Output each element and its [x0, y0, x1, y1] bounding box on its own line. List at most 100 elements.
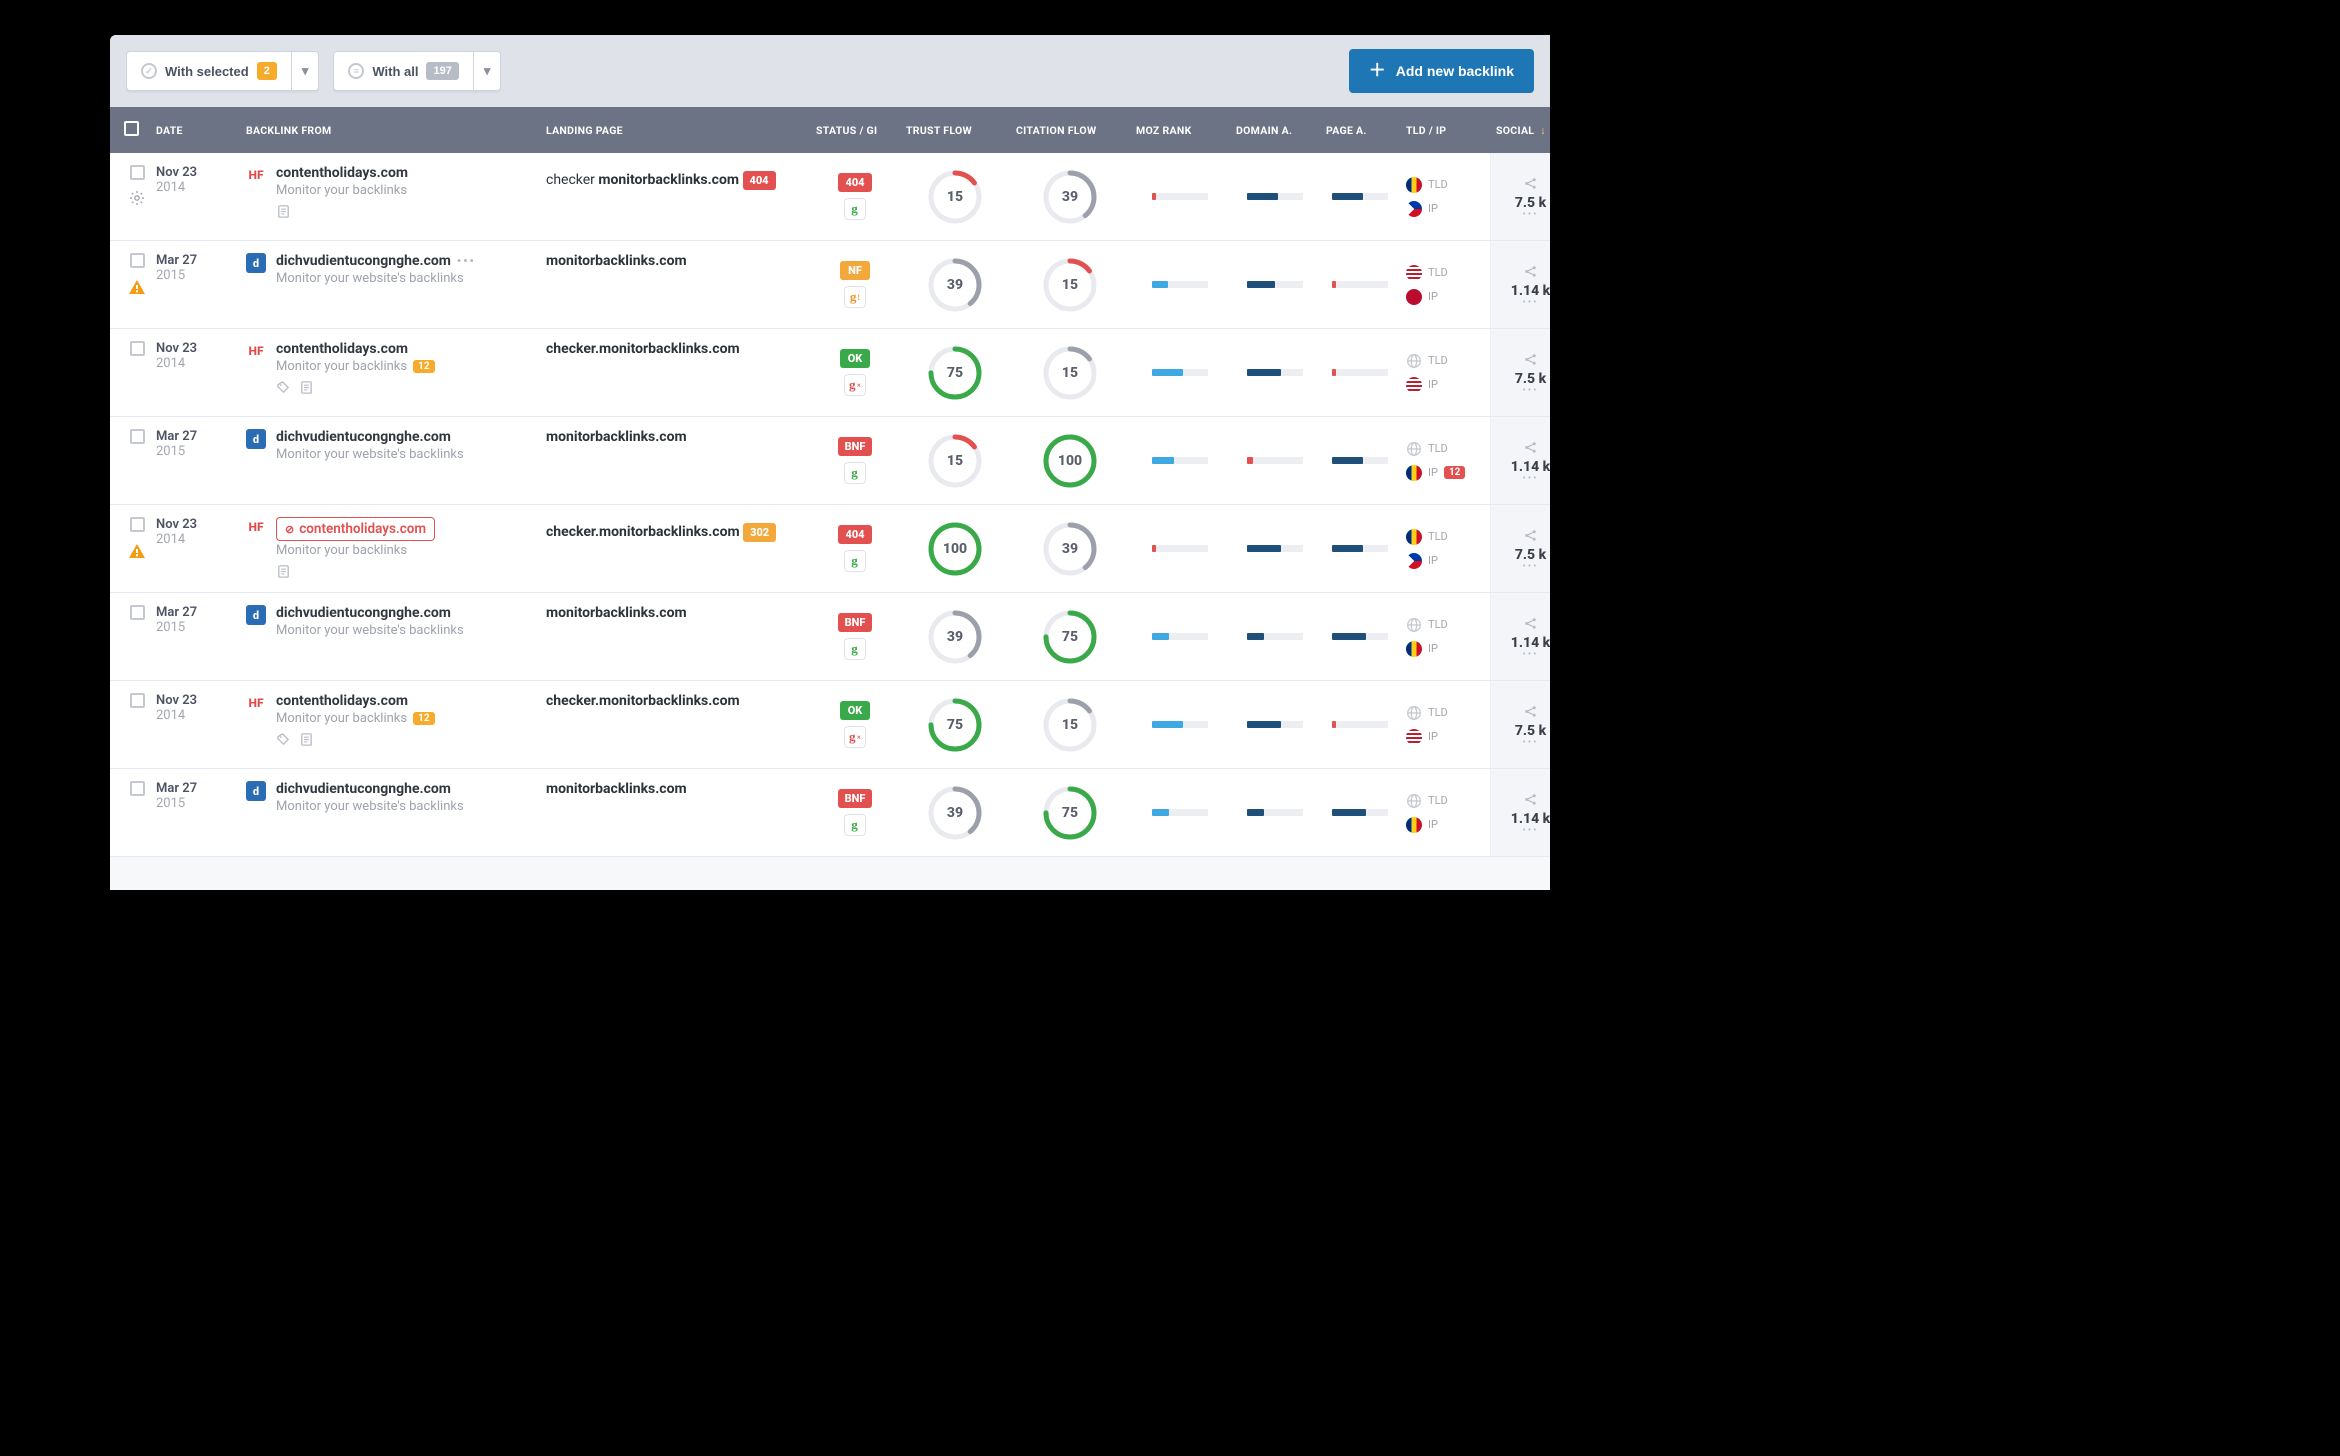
- row-checkbox[interactable]: [130, 253, 145, 268]
- backlink-domain[interactable]: contentholidays.com: [276, 341, 408, 357]
- ip-label: IP: [1428, 730, 1438, 743]
- row-checkbox[interactable]: [130, 341, 145, 356]
- gear-icon[interactable]: [129, 190, 145, 206]
- social-more-icon[interactable]: •••: [1522, 477, 1538, 481]
- landing-page-link[interactable]: monitorbacklinks.com: [546, 253, 687, 269]
- globe-icon: [1406, 353, 1422, 369]
- landing-page-link[interactable]: monitorbacklinks.com: [546, 781, 687, 797]
- col-date[interactable]: DATE: [150, 110, 240, 151]
- add-backlink-button[interactable]: ＋ Add new backlink: [1349, 49, 1534, 93]
- landing-page-link[interactable]: monitorbacklinks.com: [546, 605, 687, 621]
- row-checkbox[interactable]: [130, 165, 145, 180]
- col-citation-flow[interactable]: CITATION FLOW: [1010, 110, 1130, 151]
- backlink-subtitle: Monitor your website's backlinks: [276, 271, 464, 286]
- chevron-down-icon: ▾: [302, 63, 309, 79]
- share-icon: [1523, 264, 1538, 279]
- globe-icon: [1406, 705, 1422, 721]
- share-icon: [1523, 792, 1538, 807]
- row-date: Nov 23: [156, 341, 234, 356]
- gauge: 15: [1043, 346, 1097, 400]
- backlink-subtitle: Monitor your backlinks 12: [276, 711, 435, 726]
- row-year: 2014: [156, 356, 234, 371]
- social-more-icon[interactable]: •••: [1522, 389, 1538, 393]
- with-selected-button[interactable]: ✓ With selected 2: [126, 51, 292, 91]
- row-checkbox[interactable]: [130, 781, 145, 796]
- gauge: 75: [1043, 786, 1097, 840]
- backlink-domain[interactable]: dichvudientucongnghe.com: [276, 605, 451, 621]
- status-badge: 404: [838, 173, 871, 192]
- globe-icon: [1406, 441, 1422, 457]
- row-checkbox[interactable]: [130, 605, 145, 620]
- landing-page-link[interactable]: checker monitorbacklinks.com: [546, 172, 739, 188]
- col-backlink-from[interactable]: BACKLINK FROM: [240, 110, 540, 151]
- document-icon: [299, 732, 314, 747]
- backlink-domain[interactable]: dichvudientucongnghe.com •••: [276, 253, 476, 269]
- row-checkbox[interactable]: [130, 517, 145, 532]
- row-checkbox[interactable]: [130, 693, 145, 708]
- mini-bar: [1332, 457, 1388, 464]
- col-page-a[interactable]: PAGE A.: [1320, 110, 1400, 151]
- col-landing-page[interactable]: LANDING PAGE: [540, 110, 810, 151]
- share-icon: [1523, 440, 1538, 455]
- social-more-icon[interactable]: •••: [1522, 829, 1538, 833]
- backlink-domain[interactable]: dichvudientucongnghe.com: [276, 781, 451, 797]
- table-body: Nov 23 2014 HF contentholidays.com Monit…: [110, 153, 1550, 857]
- tag-icon: [276, 732, 291, 747]
- backlink-subtitle: Monitor your website's backlinks: [276, 623, 464, 638]
- col-social[interactable]: SOCIAL ↓: [1490, 110, 1550, 151]
- landing-page-link[interactable]: monitorbacklinks.com: [546, 429, 687, 445]
- mini-bar: [1247, 545, 1303, 552]
- ip-label: IP: [1428, 818, 1438, 831]
- share-icon: [1523, 352, 1538, 367]
- landing-page-link[interactable]: checker.monitorbacklinks.com: [546, 693, 740, 709]
- favicon: HF: [246, 517, 266, 537]
- google-index-icon: g: [844, 638, 866, 660]
- backlink-subtitle: Monitor your website's backlinks: [276, 799, 464, 814]
- landing-page-link[interactable]: checker.monitorbacklinks.com: [546, 524, 740, 540]
- social-more-icon[interactable]: •••: [1522, 213, 1538, 217]
- status-badge: 404: [838, 525, 871, 544]
- with-all-caret[interactable]: ▾: [474, 51, 502, 91]
- backlink-domain[interactable]: contentholidays.com: [276, 165, 408, 181]
- backlink-subtitle: Monitor your backlinks 12: [276, 359, 435, 374]
- mini-bar: [1247, 721, 1303, 728]
- add-backlink-label: Add new backlink: [1396, 63, 1514, 79]
- toolbar: ✓ With selected 2 ▾ ≡ With all 197 ▾ ＋ A…: [110, 35, 1550, 107]
- favicon: d: [246, 781, 266, 801]
- backlink-domain[interactable]: contentholidays.com: [276, 693, 408, 709]
- col-tld-ip[interactable]: TLD / IP: [1400, 110, 1490, 151]
- col-trust-flow[interactable]: TRUST FLOW: [900, 110, 1010, 151]
- mini-bar: [1332, 369, 1388, 376]
- flag-icon: [1406, 553, 1422, 569]
- table-row: Mar 27 2015 d dichvudientucongnghe.com M…: [110, 593, 1550, 681]
- col-domain-a[interactable]: DOMAIN A.: [1230, 110, 1320, 151]
- with-all-button[interactable]: ≡ With all 197: [333, 51, 473, 91]
- landing-page-link[interactable]: checker.monitorbacklinks.com: [546, 341, 740, 357]
- backlink-domain[interactable]: dichvudientucongnghe.com: [276, 429, 451, 445]
- social-more-icon[interactable]: •••: [1522, 653, 1538, 657]
- table-row: Mar 27 2015 d dichvudientucongnghe.com M…: [110, 769, 1550, 857]
- flag-icon: [1406, 465, 1422, 481]
- col-status[interactable]: STATUS / GI: [810, 110, 900, 151]
- col-moz-rank[interactable]: MOZ RANK: [1130, 110, 1230, 151]
- with-selected-caret[interactable]: ▾: [292, 51, 320, 91]
- select-all-checkbox[interactable]: [124, 121, 139, 136]
- gauge: 15: [928, 170, 982, 224]
- mini-bar: [1152, 457, 1208, 464]
- social-more-icon[interactable]: •••: [1522, 301, 1538, 305]
- mini-bar: [1152, 193, 1208, 200]
- ip-label: IP: [1428, 554, 1438, 567]
- google-index-icon: g!: [844, 286, 866, 308]
- domain-blocked[interactable]: ⊘contentholidays.com: [276, 517, 435, 541]
- social-more-icon[interactable]: •••: [1522, 565, 1538, 569]
- table-row: Mar 27 2015 d dichvudientucongnghe.com •…: [110, 241, 1550, 329]
- flag-icon: [1406, 377, 1422, 393]
- more-dots-icon[interactable]: •••: [457, 254, 476, 268]
- social-more-icon[interactable]: •••: [1522, 741, 1538, 745]
- row-checkbox[interactable]: [130, 429, 145, 444]
- google-index-icon: g: [844, 814, 866, 836]
- google-index-icon: g: [844, 198, 866, 220]
- tld-label: TLD: [1428, 706, 1448, 719]
- flag-icon: [1406, 729, 1422, 745]
- google-index-icon: g×: [844, 374, 866, 396]
